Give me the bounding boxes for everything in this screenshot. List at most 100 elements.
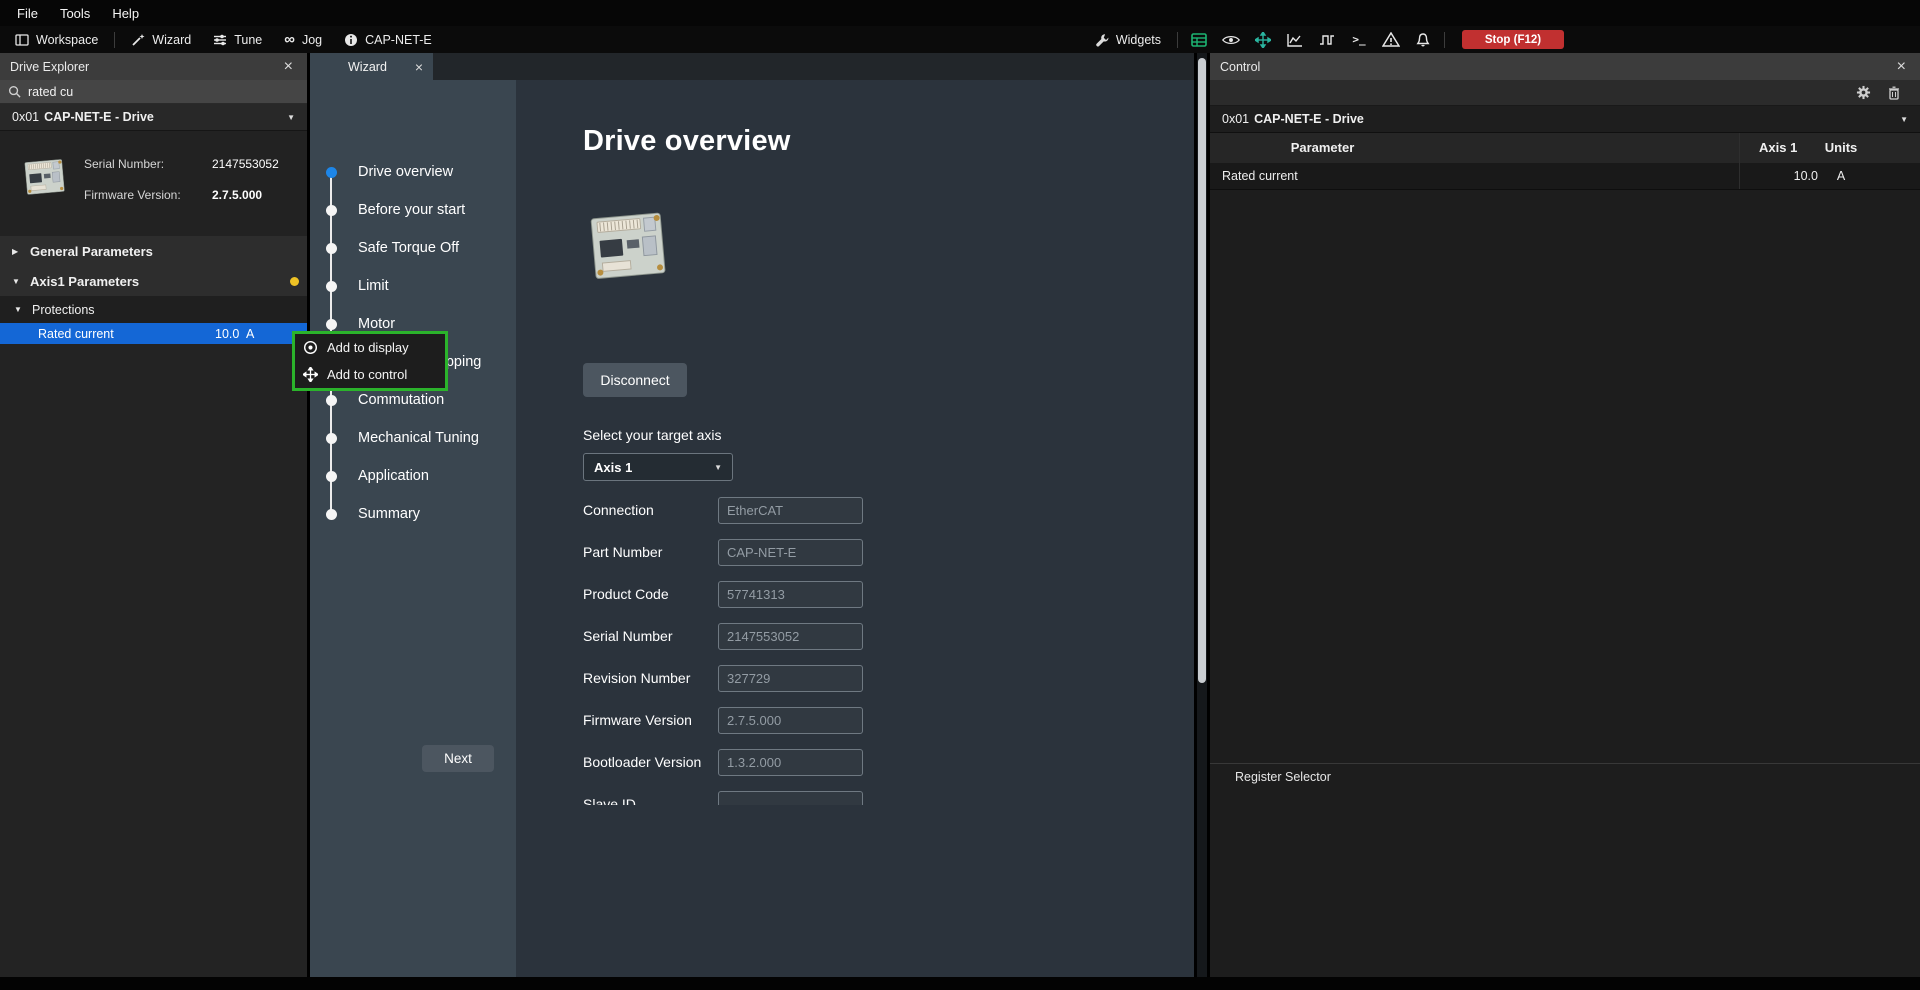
firmware-version-value: 2.7.5.000 — [212, 188, 262, 202]
menu-bar: File Tools Help — [0, 0, 1920, 26]
toolbar-right: Widgets >_ Stop (F12) — [1084, 26, 1564, 53]
target-axis-select[interactable]: Axis 1 ▼ — [583, 453, 733, 481]
jog-icon: ∞ — [284, 31, 295, 49]
wizard-wand-icon — [131, 33, 145, 47]
control-row-rated-current[interactable]: Rated current 10.0 A — [1210, 163, 1920, 190]
step-label: Drive overview — [358, 164, 453, 180]
firmware-version-label: Firmware Version: — [84, 188, 212, 202]
field-connection-label: Connection — [583, 502, 718, 518]
tune-sliders-icon — [213, 34, 227, 46]
step-mechanical-tuning[interactable]: Mechanical Tuning — [310, 419, 516, 457]
toolbar-divider — [1177, 32, 1178, 48]
chevron-right-icon: ▶ — [12, 247, 22, 256]
menu-file[interactable]: File — [6, 6, 49, 21]
drive-thumbnail — [20, 153, 68, 199]
field-slave-id-input — [718, 791, 863, 806]
step-drive-overview[interactable]: Drive overview — [310, 153, 516, 191]
toolbar: Workspace Wizard Tune ∞ Jog CAP-NET-E — [0, 26, 1920, 53]
eye-icon[interactable] — [1222, 31, 1240, 49]
table-view-icon[interactable] — [1190, 31, 1208, 49]
stop-button[interactable]: Stop (F12) — [1462, 30, 1564, 49]
step-label: Safe Torque Off — [358, 240, 459, 256]
jog-button[interactable]: ∞ Jog — [273, 26, 333, 53]
warning-icon[interactable] — [1382, 31, 1400, 49]
drive-fields: Connection Part Number Product Code Seri… — [583, 489, 1194, 805]
tab-label: Wizard — [348, 60, 387, 74]
serial-number-value: 2147553052 — [212, 157, 279, 171]
close-icon[interactable]: × — [1897, 59, 1910, 75]
tune-label: Tune — [234, 33, 262, 47]
param-name: Rated current — [38, 327, 114, 341]
menu-help[interactable]: Help — [101, 6, 150, 21]
device-address: 0x01 — [1222, 112, 1249, 126]
bottom-bar — [0, 977, 1920, 990]
step-before-your-start[interactable]: Before your start — [310, 191, 516, 229]
field-serial-number-input — [718, 623, 863, 650]
scrollbar-thumb[interactable] — [1198, 58, 1206, 683]
device-name-label: CAP-NET-E — [365, 33, 432, 47]
device-info-grid: Serial Number: 2147553052 Firmware Versi… — [84, 153, 279, 236]
gear-icon[interactable] — [1856, 85, 1871, 100]
add-display-target-icon — [302, 340, 318, 356]
trash-icon[interactable] — [1888, 86, 1900, 100]
register-selector-section[interactable]: Register Selector — [1210, 763, 1920, 791]
step-label: Summary — [358, 506, 420, 522]
menu-tools[interactable]: Tools — [49, 6, 101, 21]
move-control-icon[interactable] — [1254, 31, 1272, 49]
line-chart-icon[interactable] — [1286, 31, 1304, 49]
context-item-label: Add to control — [327, 367, 407, 382]
notifications-bell-icon[interactable] — [1414, 31, 1432, 49]
step-summary[interactable]: Summary — [310, 495, 516, 533]
step-limit[interactable]: Limit — [310, 267, 516, 305]
field-bootloader-version-label: Bootloader Version — [583, 754, 718, 770]
next-button[interactable]: Next — [422, 745, 494, 772]
search-bar — [0, 80, 307, 104]
tune-button[interactable]: Tune — [202, 26, 273, 53]
device-info-button[interactable]: CAP-NET-E — [333, 26, 443, 53]
target-axis-value: Axis 1 — [594, 460, 632, 475]
field-firmware-version-input — [718, 707, 863, 734]
drive-photo — [583, 201, 671, 287]
wizard-button[interactable]: Wizard — [120, 26, 202, 53]
field-connection-input — [718, 497, 863, 524]
widgets-button[interactable]: Widgets — [1084, 26, 1172, 53]
field-revision-number-label: Revision Number — [583, 670, 718, 686]
square-wave-icon[interactable] — [1318, 31, 1336, 49]
search-input[interactable] — [28, 85, 299, 99]
tree-general-parameters[interactable]: ▶ General Parameters — [0, 236, 307, 266]
workspace-label: Workspace — [36, 33, 98, 47]
add-to-display-item[interactable]: Add to display — [295, 334, 445, 361]
step-safe-torque-off[interactable]: Safe Torque Off — [310, 229, 516, 267]
close-icon[interactable]: × — [415, 59, 433, 75]
workspace-button[interactable]: Workspace — [4, 26, 109, 53]
toolbar-left: Workspace Wizard Tune ∞ Jog CAP-NET-E — [0, 26, 443, 53]
serial-number-label: Serial Number: — [84, 157, 212, 171]
row-units: A — [1810, 163, 1872, 190]
disconnect-button[interactable]: Disconnect — [583, 363, 687, 397]
workspace-icon — [15, 34, 29, 46]
add-to-control-item[interactable]: Add to control — [295, 361, 445, 388]
close-icon[interactable]: × — [284, 59, 297, 75]
widgets-label: Widgets — [1116, 33, 1161, 47]
step-dot — [326, 395, 337, 406]
tab-wizard[interactable]: Wizard × — [310, 53, 433, 80]
drive-overview-page: Drive overview Disconnect Select your ta… — [516, 80, 1194, 977]
axis-select-label: Select your target axis — [583, 427, 1194, 444]
main-area: Drive Explorer × 0x01 CAP-NET-E - Drive … — [0, 53, 1920, 977]
tree-param-rated-current[interactable]: Rated current 10.0 A — [0, 323, 307, 344]
row-value[interactable]: 10.0 — [1730, 163, 1818, 190]
context-item-label: Add to display — [327, 340, 409, 355]
terminal-icon[interactable]: >_ — [1350, 31, 1368, 49]
tree-label: Protections — [32, 303, 95, 317]
content-scrollbar[interactable] — [1197, 53, 1207, 977]
drive-explorer-panel: Drive Explorer × 0x01 CAP-NET-E - Drive … — [0, 53, 307, 977]
step-application[interactable]: Application — [310, 457, 516, 495]
explorer-device-selector[interactable]: 0x01 CAP-NET-E - Drive ▼ — [0, 104, 307, 131]
tree-axis1-parameters[interactable]: ▼ Axis1 Parameters — [0, 266, 307, 296]
tree-protections[interactable]: ▼ Protections — [0, 296, 307, 323]
toolbar-divider — [114, 32, 115, 48]
header-parameter: Parameter — [1210, 133, 1435, 163]
field-slave-id-label: Slave ID — [583, 796, 718, 805]
field-product-code-label: Product Code — [583, 586, 718, 602]
control-device-selector[interactable]: 0x01 CAP-NET-E - Drive ▼ — [1210, 106, 1920, 133]
